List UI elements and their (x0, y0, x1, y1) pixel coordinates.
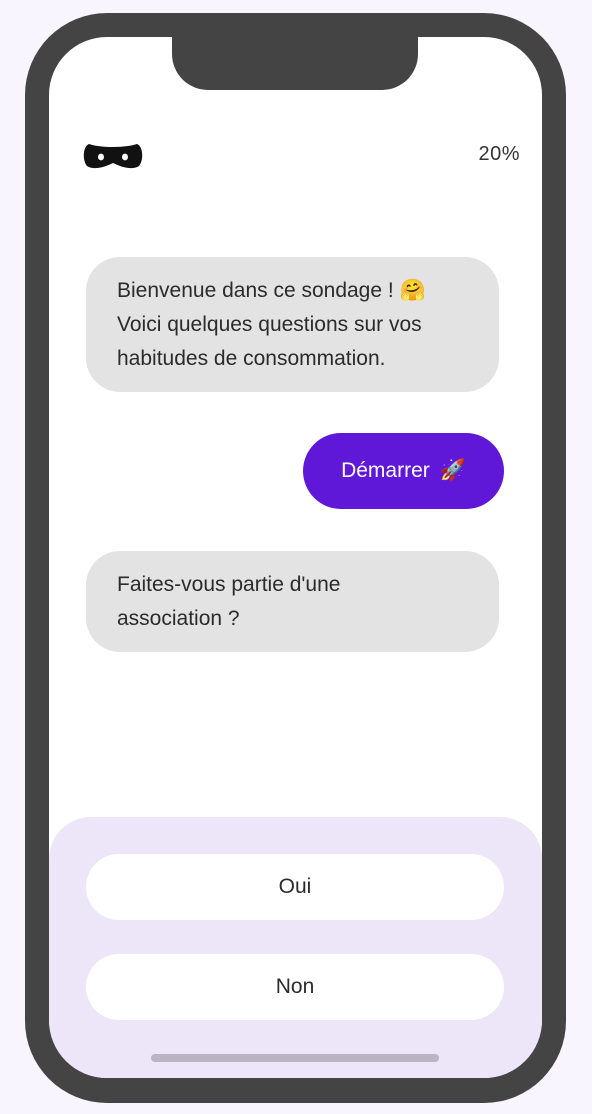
home-indicator[interactable] (151, 1054, 439, 1062)
start-button[interactable]: Démarrer 🚀 (303, 433, 504, 509)
bot-message-welcome: Bienvenue dans ce sondage ! 🤗 Voici quel… (86, 257, 499, 392)
start-button-label: Démarrer (341, 459, 430, 482)
mask-icon (83, 144, 143, 169)
bot-message-question: Faites-vous partie d'une association ? (86, 551, 499, 652)
rocket-icon: 🚀 (439, 459, 466, 482)
answer-oui-button[interactable]: Oui (86, 854, 504, 920)
phone-notch (172, 37, 418, 90)
progress-indicator: 20% (478, 143, 520, 165)
answer-non-button[interactable]: Non (86, 954, 504, 1020)
